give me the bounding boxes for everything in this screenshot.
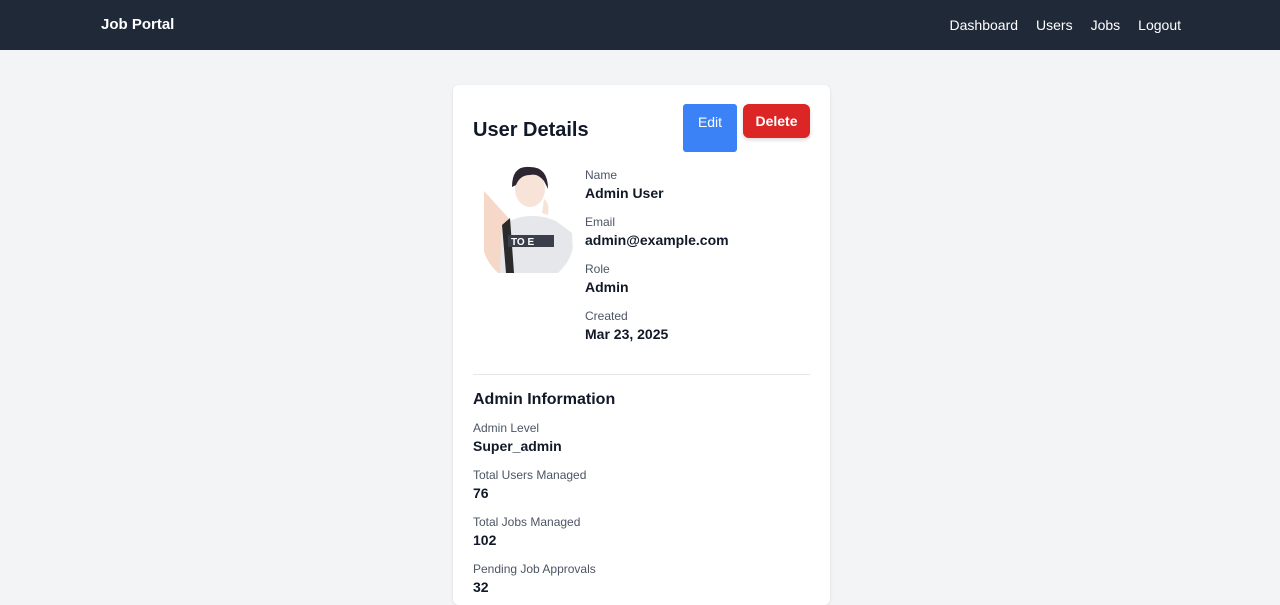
jobs-managed-value: 102: [473, 532, 497, 548]
users-managed-label: Total Users Managed: [473, 468, 587, 482]
svg-text:TO E: TO E: [511, 237, 534, 248]
section-divider: [473, 374, 810, 375]
delete-button[interactable]: Delete: [743, 104, 810, 138]
name-value: Admin User: [585, 185, 664, 201]
pending-approvals-label: Pending Job Approvals: [473, 562, 596, 576]
page-title: User Details: [473, 119, 589, 141]
nav-link-logout[interactable]: Logout: [1138, 15, 1181, 35]
created-label: Created: [585, 309, 628, 323]
nav-link-dashboard[interactable]: Dashboard: [950, 15, 1019, 35]
role-label: Role: [585, 262, 610, 276]
edit-button[interactable]: Edit: [683, 104, 737, 152]
pending-approvals-value: 32: [473, 579, 489, 595]
role-value: Admin: [585, 279, 629, 295]
email-label: Email: [585, 215, 616, 229]
users-managed-value: 76: [473, 485, 489, 501]
nav-link-users[interactable]: Users: [1036, 15, 1073, 35]
email-value: admin@example.com: [585, 232, 729, 248]
admin-level-label: Admin Level: [473, 421, 540, 435]
top-navbar: Job Portal Dashboard Users Jobs Logout: [0, 0, 1280, 50]
name-label: Name: [585, 168, 618, 182]
user-details-card: User Details Edit Delete TO E Name Admin…: [453, 85, 830, 605]
created-value: Mar 23, 2025: [585, 326, 669, 342]
nav-links: Dashboard Users Jobs Logout: [950, 15, 1181, 35]
nav-link-jobs[interactable]: Jobs: [1091, 15, 1121, 35]
brand-logo[interactable]: Job Portal: [101, 15, 174, 35]
avatar: TO E: [482, 163, 574, 273]
admin-level-value: Super_admin: [473, 438, 562, 454]
admin-section-title: Admin Information: [473, 391, 616, 408]
jobs-managed-label: Total Jobs Managed: [473, 515, 581, 529]
